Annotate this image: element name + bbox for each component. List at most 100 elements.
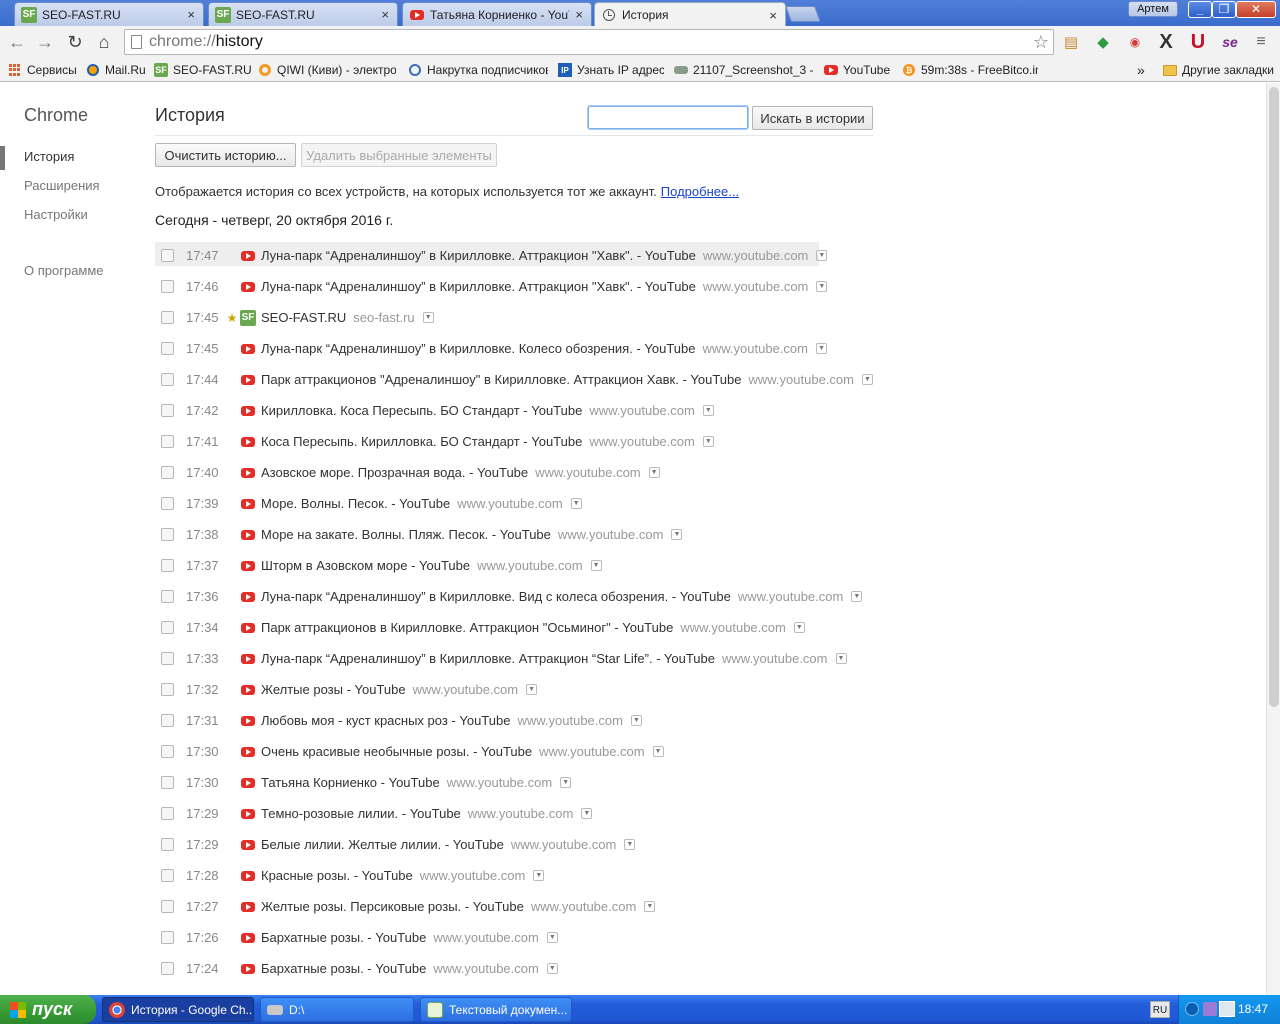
clear-history-button[interactable]: Очистить историю... — [155, 143, 296, 167]
profile-button[interactable]: Артем — [1128, 1, 1178, 17]
history-entry[interactable]: 17:27 Желтые розы. Персиковые розы. - You… — [155, 891, 875, 922]
entry-title-link[interactable]: Бархатные розы. - YouTube — [261, 930, 426, 945]
entry-checkbox[interactable] — [161, 466, 174, 479]
entry-title-link[interactable]: Желтые розы - YouTube — [261, 682, 406, 697]
entry-menu-dropdown-icon[interactable]: ▼ — [815, 343, 827, 354]
chrome-menu-icon[interactable]: ≡ — [1250, 31, 1272, 53]
entry-menu-dropdown-icon[interactable]: ▼ — [861, 374, 873, 385]
reload-icon[interactable]: ↻ — [64, 31, 86, 53]
close-tab-icon[interactable]: × — [769, 8, 777, 23]
entry-checkbox[interactable] — [161, 745, 174, 758]
back-arrow-icon[interactable]: ← — [6, 31, 28, 53]
entry-checkbox[interactable] — [161, 683, 174, 696]
entry-checkbox[interactable] — [161, 962, 174, 975]
extension-cube-icon[interactable]: ◆ — [1092, 31, 1114, 53]
entry-menu-dropdown-icon[interactable]: ▼ — [422, 312, 434, 323]
entry-checkbox[interactable] — [161, 807, 174, 820]
entry-title-link[interactable]: Татьяна Корниенко - YouTube — [261, 775, 440, 790]
history-entry[interactable]: 17:26 Бархатные розы. - YouTube www.youtub… — [155, 922, 875, 953]
sidebar-item-history[interactable]: История — [24, 149, 74, 164]
bookmark-star-icon[interactable]: ☆ — [1033, 32, 1049, 53]
entry-title-link[interactable]: Парк аттракционов "Адреналиншоу" в Кирил… — [261, 372, 741, 387]
history-entry[interactable]: 17:24 Бархатные розы. - YouTube www.youtub… — [155, 953, 875, 984]
bookmark-nakrutka[interactable]: Накрутка подписчиков — [408, 62, 548, 78]
bookmark-ip[interactable]: IP Узнать IP адрес — [558, 62, 664, 78]
entry-title-link[interactable]: Кирилловка. Коса Пересыпь. БО Стандарт -… — [261, 403, 582, 418]
history-entry[interactable]: 17:41 Коса Пересыпь. Кирилловка. БО Станд… — [155, 426, 875, 457]
bookmark-mailru[interactable]: Mail.Ru — [86, 62, 148, 78]
entry-title-link[interactable]: Луна-парк “Адреналиншоу” в Кирилловке. А… — [261, 651, 715, 666]
entry-checkbox[interactable] — [161, 404, 174, 417]
bookmarks-overflow-chevron-icon[interactable]: » — [1137, 62, 1151, 78]
history-entry[interactable]: 17:33 Луна-парк “Адреналиншоу” в Кириллов… — [155, 643, 875, 674]
minimize-button[interactable]: _ — [1188, 1, 1212, 18]
history-entry[interactable]: 17:32 Желтые розы - YouTube www.youtube.co… — [155, 674, 875, 705]
close-window-button[interactable]: ✕ — [1236, 1, 1276, 18]
entry-menu-dropdown-icon[interactable]: ▼ — [816, 250, 828, 261]
history-entry[interactable]: 17:30 Татьяна Корниенко - YouTube www.yout… — [155, 767, 875, 798]
entry-checkbox[interactable] — [161, 652, 174, 665]
tab-youtube[interactable]: Татьяна Корниенко - YouTu × — [402, 2, 592, 26]
entry-title-link[interactable]: Красные розы. - YouTube — [261, 868, 413, 883]
start-button[interactable]: пуск — [0, 995, 96, 1024]
entry-checkbox[interactable] — [161, 838, 174, 851]
entry-menu-dropdown-icon[interactable]: ▼ — [581, 808, 593, 819]
sidebar-item-settings[interactable]: Настройки — [24, 207, 88, 222]
taskbar-item-notepad[interactable]: Текстовый докумен... — [420, 997, 572, 1022]
entry-menu-dropdown-icon[interactable]: ▼ — [835, 653, 847, 664]
extension-screenshot-icon[interactable]: ▤ — [1060, 31, 1082, 53]
entry-menu-dropdown-icon[interactable]: ▼ — [533, 870, 545, 881]
history-entry[interactable]: 17:47 Луна-парк “Адреналиншоу” в Кириллов… — [155, 240, 875, 271]
entry-checkbox[interactable] — [161, 528, 174, 541]
bookmark-other-folder[interactable]: Другие закладки — [1163, 62, 1277, 78]
close-tab-icon[interactable]: × — [381, 7, 389, 22]
history-search-input[interactable] — [587, 105, 749, 130]
close-tab-icon[interactable]: × — [575, 7, 583, 22]
history-entry[interactable]: 17:37 Шторм в Азовском море - YouTube www.… — [155, 550, 875, 581]
entry-checkbox[interactable] — [161, 776, 174, 789]
entry-title-link[interactable]: Шторм в Азовском море - YouTube — [261, 558, 470, 573]
history-entry[interactable]: 17:30 Очень красивые необычные розы. - Yo… — [155, 736, 875, 767]
taskbar-item-chrome[interactable]: История - Google Ch... — [102, 997, 254, 1022]
entry-title-link[interactable]: Море. Волны. Песок. - YouTube — [261, 496, 450, 511]
entry-menu-dropdown-icon[interactable]: ▼ — [570, 498, 582, 509]
remove-selected-button[interactable]: Удалить выбранные элементы — [301, 143, 497, 167]
history-entry[interactable]: 17:46 Луна-парк “Адреналиншоу” в Кириллов… — [155, 271, 875, 302]
entry-menu-dropdown-icon[interactable]: ▼ — [630, 715, 642, 726]
entry-menu-dropdown-icon[interactable]: ▼ — [644, 901, 656, 912]
entry-title-link[interactable]: Луна-парк “Адреналиншоу” в Кирилловке. А… — [261, 248, 696, 263]
tab-seo-fast-2[interactable]: SF SEO-FAST.RU × — [208, 2, 398, 26]
entry-title-link[interactable]: Белые лилии. Желтые лилии. - YouTube — [261, 837, 504, 852]
entry-checkbox[interactable] — [161, 342, 174, 355]
bookmark-screenshot[interactable]: 21107_Screenshot_3 - 3 — [674, 62, 814, 78]
entry-menu-dropdown-icon[interactable]: ▼ — [560, 777, 572, 788]
entry-title-link[interactable]: Любовь моя - куст красных роз - YouTube — [261, 713, 510, 728]
entry-menu-dropdown-icon[interactable]: ▼ — [652, 746, 664, 757]
history-entry[interactable]: 17:29 Белые лилии. Желтые лилии. - YouTub… — [155, 829, 875, 860]
history-entry[interactable]: 17:45 Луна-парк “Адреналиншоу” в Кириллов… — [155, 333, 875, 364]
entry-menu-dropdown-icon[interactable]: ▼ — [546, 963, 558, 974]
entry-checkbox[interactable] — [161, 869, 174, 882]
extension-se-icon[interactable]: se — [1219, 31, 1241, 53]
entry-menu-dropdown-icon[interactable]: ▼ — [671, 529, 683, 540]
tab-seo-fast-1[interactable]: SF SEO-FAST.RU × — [14, 2, 204, 26]
entry-title-link[interactable]: Парк аттракционов в Кирилловке. Аттракци… — [261, 620, 673, 635]
entry-checkbox[interactable] — [161, 497, 174, 510]
history-entry[interactable]: 17:38 Море на закате. Волны. Пляж. Песок.… — [155, 519, 875, 550]
bookmark-freebitcoin[interactable]: ₿ 59m:38s - FreeBitco.in - — [902, 62, 1038, 78]
history-entry[interactable]: 17:39 Море. Волны. Песок. - YouTube www.yo… — [155, 488, 875, 519]
entry-title-link[interactable]: Коса Пересыпь. Кирилловка. БО Стандарт -… — [261, 434, 582, 449]
history-entry[interactable]: 17:34 Парк аттракционов в Кирилловке. Атт… — [155, 612, 875, 643]
history-entry[interactable]: 17:45 ★ SF SEO-FAST.RU seo-fast.ru ▼ — [155, 302, 875, 333]
entry-checkbox[interactable] — [161, 280, 174, 293]
entry-checkbox[interactable] — [161, 900, 174, 913]
history-entry[interactable]: 17:44 Парк аттракционов "Адреналиншоу" в … — [155, 364, 875, 395]
history-entry[interactable]: 17:40 Азовское море. Прозрачная вода. - Y… — [155, 457, 875, 488]
history-entry[interactable]: 17:42 Кирилловка. Коса Пересыпь. БО Станд… — [155, 395, 875, 426]
new-tab-button[interactable] — [785, 6, 821, 22]
entry-checkbox[interactable] — [161, 435, 174, 448]
entry-menu-dropdown-icon[interactable]: ▼ — [526, 684, 538, 695]
maximize-button[interactable]: ❐ — [1212, 1, 1236, 18]
entry-checkbox[interactable] — [161, 559, 174, 572]
tray-collapse-icon[interactable] — [1185, 1002, 1199, 1016]
